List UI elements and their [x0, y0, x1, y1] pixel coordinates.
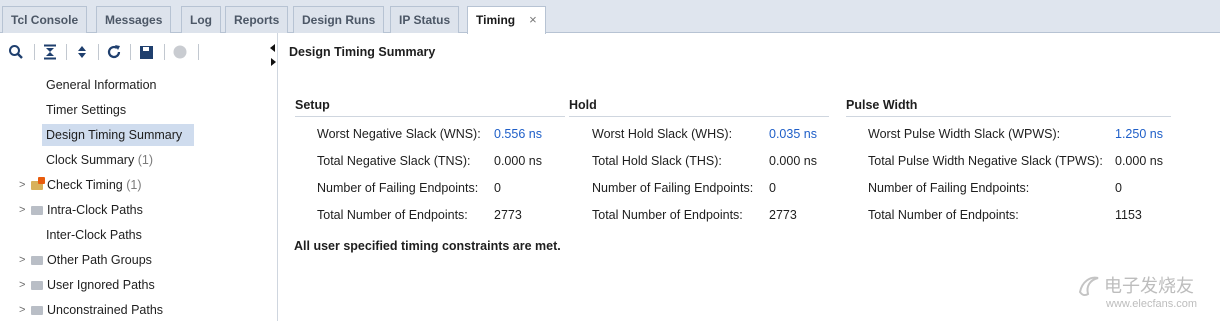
tree-item-label: Timer Settings: [46, 103, 127, 117]
tree-item-label: Check Timing: [47, 178, 123, 192]
tree-item-inter-clock-paths[interactable]: Inter-Clock Paths: [46, 224, 142, 246]
panel-title: Design Timing Summary: [289, 45, 436, 59]
collapse-all-icon[interactable]: [40, 42, 60, 62]
section-divider: [846, 116, 1171, 117]
tab-tcl-console[interactable]: Tcl Console: [2, 6, 88, 33]
tab-label: Log: [190, 13, 212, 27]
search-icon[interactable]: [6, 42, 26, 62]
tab-label: Messages: [105, 13, 163, 27]
toolbar-separator: [198, 44, 199, 60]
wns-label: Worst Negative Slack (WNS):: [317, 127, 481, 141]
tree-item-timer-settings[interactable]: Timer Settings: [46, 99, 126, 121]
watermark-logo-icon: [1078, 276, 1099, 297]
close-icon[interactable]: ×: [529, 12, 537, 27]
tab-ip-status[interactable]: IP Status: [390, 6, 460, 33]
tab-label: Timing: [476, 13, 516, 27]
chevron-right-icon[interactable]: >: [19, 299, 25, 321]
tree-item-general-information[interactable]: General Information: [46, 74, 156, 96]
pulse-total-endpoints-value: 1153: [1115, 208, 1142, 222]
hold-failing-endpoints-label: Number of Failing Endpoints:: [592, 181, 754, 195]
tree-item-label: General Information: [46, 78, 157, 92]
tree-item-label: Design Timing Summary: [46, 128, 183, 142]
tree-item-other-path-groups[interactable]: > Other Path Groups: [0, 249, 278, 271]
tree-item-unconstrained-paths[interactable]: > Unconstrained Paths: [0, 299, 278, 321]
section-divider: [295, 116, 565, 117]
tab-label: IP Status: [399, 13, 451, 27]
whs-value-link[interactable]: 0.035 ns: [769, 127, 817, 141]
tree-item-check-timing[interactable]: > Check Timing (1): [0, 174, 278, 196]
wpws-label: Worst Pulse Width Slack (WPWS):: [868, 127, 1061, 141]
refresh-icon[interactable]: [104, 42, 124, 62]
hold-failing-endpoints-value: 0: [769, 181, 776, 195]
toolbar-separator: [164, 44, 165, 60]
toolbar-separator: [34, 44, 35, 60]
toolbar-separator: [98, 44, 99, 60]
pulse-width-section-title: Pulse Width: [846, 98, 918, 112]
watermark-url: www.elecfans.com: [1106, 298, 1198, 310]
constraints-met-message: All user specified timing constraints ar…: [294, 239, 561, 253]
pulse-failing-endpoints-label: Number of Failing Endpoints:: [868, 181, 1030, 195]
tns-value: 0.000 ns: [494, 154, 542, 168]
hold-total-endpoints-value: 2773: [769, 208, 797, 222]
tree-item-label: Clock Summary: [46, 153, 135, 167]
timing-tree: General Information Timer Settings Desig…: [0, 73, 278, 321]
chevron-right-icon[interactable]: >: [19, 249, 25, 271]
tree-item-label: Inter-Clock Paths: [46, 228, 142, 242]
watermark-text: 电子发烧友: [1104, 276, 1194, 297]
tree-item-count: (1): [126, 178, 142, 192]
setup-failing-endpoints-value: 0: [494, 181, 501, 195]
tab-log[interactable]: Log: [181, 6, 221, 33]
tpws-value: 0.000 ns: [1115, 154, 1163, 168]
folder-icon: [31, 206, 43, 215]
wpws-value-link[interactable]: 1.250 ns: [1115, 127, 1163, 141]
section-divider: [569, 116, 829, 117]
tab-timing[interactable]: Timing ×: [467, 6, 546, 34]
chevron-right-icon[interactable]: >: [19, 274, 25, 296]
tree-item-clock-summary[interactable]: Clock Summary (1): [46, 149, 153, 171]
folder-icon: [31, 281, 43, 290]
hold-section-title: Hold: [569, 98, 597, 112]
folder-icon: [31, 306, 43, 315]
panel-collapse-arrows[interactable]: [268, 44, 278, 71]
save-icon[interactable]: [136, 42, 156, 62]
tree-item-user-ignored-paths[interactable]: > User Ignored Paths: [0, 274, 278, 296]
pulse-failing-endpoints-value: 0: [1115, 181, 1122, 195]
tree-item-count: (1): [137, 153, 153, 167]
setup-total-endpoints-value: 2773: [494, 208, 522, 222]
chevron-right-icon[interactable]: >: [19, 174, 25, 196]
tree-item-label: Intra-Clock Paths: [47, 203, 143, 217]
tree-item-intra-clock-paths[interactable]: > Intra-Clock Paths: [0, 199, 278, 221]
wns-value-link[interactable]: 0.556 ns: [494, 127, 542, 141]
tree-item-label: User Ignored Paths: [47, 278, 155, 292]
setup-failing-endpoints-label: Number of Failing Endpoints:: [317, 181, 479, 195]
tns-label: Total Negative Slack (TNS):: [317, 154, 471, 168]
tab-bar: Tcl Console Messages Log Reports Design …: [0, 0, 1220, 34]
ths-label: Total Hold Slack (THS):: [592, 154, 722, 168]
whs-label: Worst Hold Slack (WHS):: [592, 127, 733, 141]
tree-item-label: Other Path Groups: [47, 253, 152, 267]
chevron-right-icon[interactable]: >: [19, 199, 25, 221]
tab-label: Design Runs: [302, 13, 376, 27]
timing-toolbar: [0, 33, 278, 73]
tab-reports[interactable]: Reports: [225, 6, 289, 33]
setup-section-title: Setup: [295, 98, 330, 112]
tab-design-runs[interactable]: Design Runs: [293, 6, 385, 33]
hold-total-endpoints-label: Total Number of Endpoints:: [592, 208, 743, 222]
toolbar-separator: [66, 44, 67, 60]
tree-item-label: Unconstrained Paths: [47, 303, 164, 317]
toolbar-separator: [130, 44, 131, 60]
setup-total-endpoints-label: Total Number of Endpoints:: [317, 208, 468, 222]
pulse-total-endpoints-label: Total Number of Endpoints:: [868, 208, 1019, 222]
ths-value: 0.000 ns: [769, 154, 817, 168]
stop-icon[interactable]: [170, 42, 190, 62]
tab-messages[interactable]: Messages: [96, 6, 172, 33]
tree-item-design-timing-summary[interactable]: Design Timing Summary: [42, 124, 194, 146]
tab-label: Reports: [234, 13, 280, 27]
tpws-label: Total Pulse Width Negative Slack (TPWS):: [868, 154, 1103, 168]
expand-all-icon[interactable]: [72, 42, 92, 62]
tab-label: Tcl Console: [11, 13, 79, 27]
watermark: 电子发烧友 www.elecfans.com: [1076, 270, 1216, 316]
warning-badge-icon: [38, 177, 45, 184]
folder-icon: [31, 256, 43, 265]
